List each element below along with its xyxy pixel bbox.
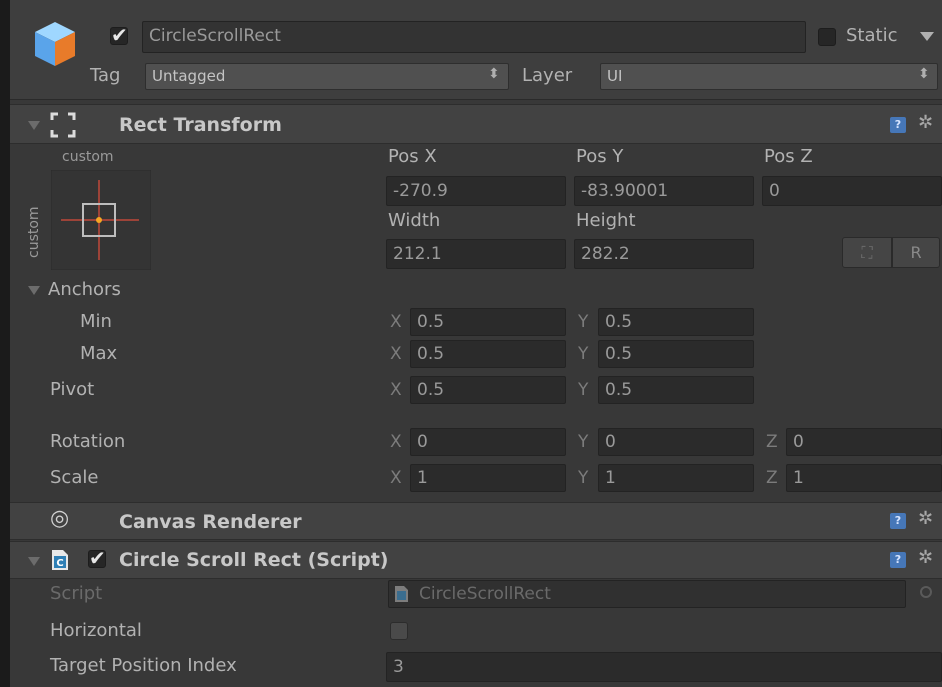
height-label: Height <box>576 210 636 231</box>
rotation-x-axis: X <box>390 432 402 452</box>
blueprint-mode-button[interactable]: ⛶ <box>842 237 892 268</box>
anchor-preset-side-label: custom <box>26 206 42 258</box>
layer-label: Layer <box>522 65 573 86</box>
pos-y-field[interactable]: -83.90001 <box>574 176 754 206</box>
tag-label: Tag <box>90 65 121 86</box>
gear-icon[interactable]: ✲ <box>918 508 933 529</box>
anchor-max-label: Max <box>80 343 118 364</box>
horizontal-checkbox[interactable] <box>390 622 408 640</box>
rect-transform-title: Rect Transform <box>119 114 282 136</box>
script-foldout-icon[interactable] <box>28 557 40 566</box>
script-field: CircleScrollRect <box>388 580 906 608</box>
width-field[interactable]: 212.1 <box>386 239 566 269</box>
help-icon[interactable]: ? <box>890 117 906 133</box>
raw-edit-button[interactable]: R <box>892 237 940 268</box>
rect-transform-foldout-icon[interactable] <box>28 121 40 130</box>
pivot-x-field[interactable]: 0.5 <box>410 376 566 404</box>
rotation-y-axis: Y <box>578 432 589 452</box>
gear-icon[interactable]: ✲ <box>918 547 933 568</box>
height-field[interactable]: 282.2 <box>574 239 754 269</box>
scale-y-field[interactable]: 1 <box>598 464 754 492</box>
pivot-x-axis: X <box>390 380 402 400</box>
anchors-label[interactable]: Anchors <box>48 279 121 300</box>
tag-dropdown[interactable]: Untagged <box>145 63 509 90</box>
layer-dropdown-arrows-icon: ⬍ <box>918 66 930 82</box>
scale-y-axis: Y <box>578 468 589 488</box>
rotation-y-field[interactable]: 0 <box>598 428 754 456</box>
pos-z-field[interactable]: 0 <box>762 176 942 206</box>
tag-dropdown-arrows-icon: ⬍ <box>488 66 500 82</box>
csharp-script-icon: C <box>52 550 68 570</box>
anchor-preset-label: custom <box>62 149 114 165</box>
scale-z-axis: Z <box>766 468 778 488</box>
pivot-y-axis: Y <box>578 380 589 400</box>
rotation-label: Rotation <box>50 431 126 452</box>
scale-x-axis: X <box>390 468 402 488</box>
anchor-max-y-field[interactable]: 0.5 <box>598 340 754 368</box>
pos-x-label: Pos X <box>388 146 437 167</box>
width-label: Width <box>388 210 441 231</box>
gameobject-cube-icon <box>35 22 75 66</box>
anchor-max-x-field[interactable]: 0.5 <box>410 340 566 368</box>
pos-z-label: Pos Z <box>764 146 813 167</box>
script-file-icon <box>395 586 408 602</box>
rect-transform-icon <box>50 112 76 138</box>
scale-x-field[interactable]: 1 <box>410 464 566 492</box>
pos-x-field[interactable]: -270.9 <box>386 176 566 206</box>
pos-y-label: Pos Y <box>576 146 624 167</box>
anchors-foldout-icon[interactable] <box>28 286 40 295</box>
anchor-min-x-field[interactable]: 0.5 <box>410 308 566 336</box>
pivot-y-field[interactable]: 0.5 <box>598 376 754 404</box>
object-name-field[interactable]: CircleScrollRect <box>142 21 806 53</box>
pivot-label: Pivot <box>50 379 95 400</box>
script-component-title: Circle Scroll Rect (Script) <box>119 549 389 571</box>
anchor-preset-button[interactable] <box>51 170 151 270</box>
rotation-z-axis: Z <box>766 432 778 452</box>
script-enabled-checkbox[interactable] <box>88 546 106 570</box>
object-picker-icon[interactable] <box>920 586 932 598</box>
scale-label: Scale <box>50 467 99 488</box>
canvas-renderer-title: Canvas Renderer <box>119 511 302 533</box>
help-icon[interactable]: ? <box>890 513 906 529</box>
layer-dropdown[interactable]: UI <box>600 63 938 90</box>
anchor-min-y-axis: Y <box>578 312 589 332</box>
rotation-x-field[interactable]: 0 <box>410 428 566 456</box>
eye-icon: ◎ <box>50 506 70 531</box>
anchor-min-label: Min <box>80 311 112 332</box>
target-position-index-label: Target Position Index <box>50 655 237 676</box>
anchor-min-y-field[interactable]: 0.5 <box>598 308 754 336</box>
rotation-z-field[interactable]: 0 <box>786 428 942 456</box>
svg-text:C: C <box>56 558 63 569</box>
horizontal-label: Horizontal <box>50 620 142 641</box>
static-label: Static <box>846 25 898 46</box>
anchor-max-y-axis: Y <box>578 344 589 364</box>
anchor-max-x-axis: X <box>390 344 402 364</box>
script-label: Script <box>50 583 103 604</box>
static-checkbox[interactable] <box>818 28 836 46</box>
anchor-min-x-axis: X <box>390 312 402 332</box>
target-position-index-field[interactable]: 3 <box>386 652 942 682</box>
static-dropdown-icon[interactable] <box>920 32 934 41</box>
gear-icon[interactable]: ✲ <box>918 112 933 133</box>
help-icon[interactable]: ? <box>890 552 906 568</box>
active-checkbox[interactable] <box>110 23 128 47</box>
scale-z-field[interactable]: 1 <box>786 464 942 492</box>
